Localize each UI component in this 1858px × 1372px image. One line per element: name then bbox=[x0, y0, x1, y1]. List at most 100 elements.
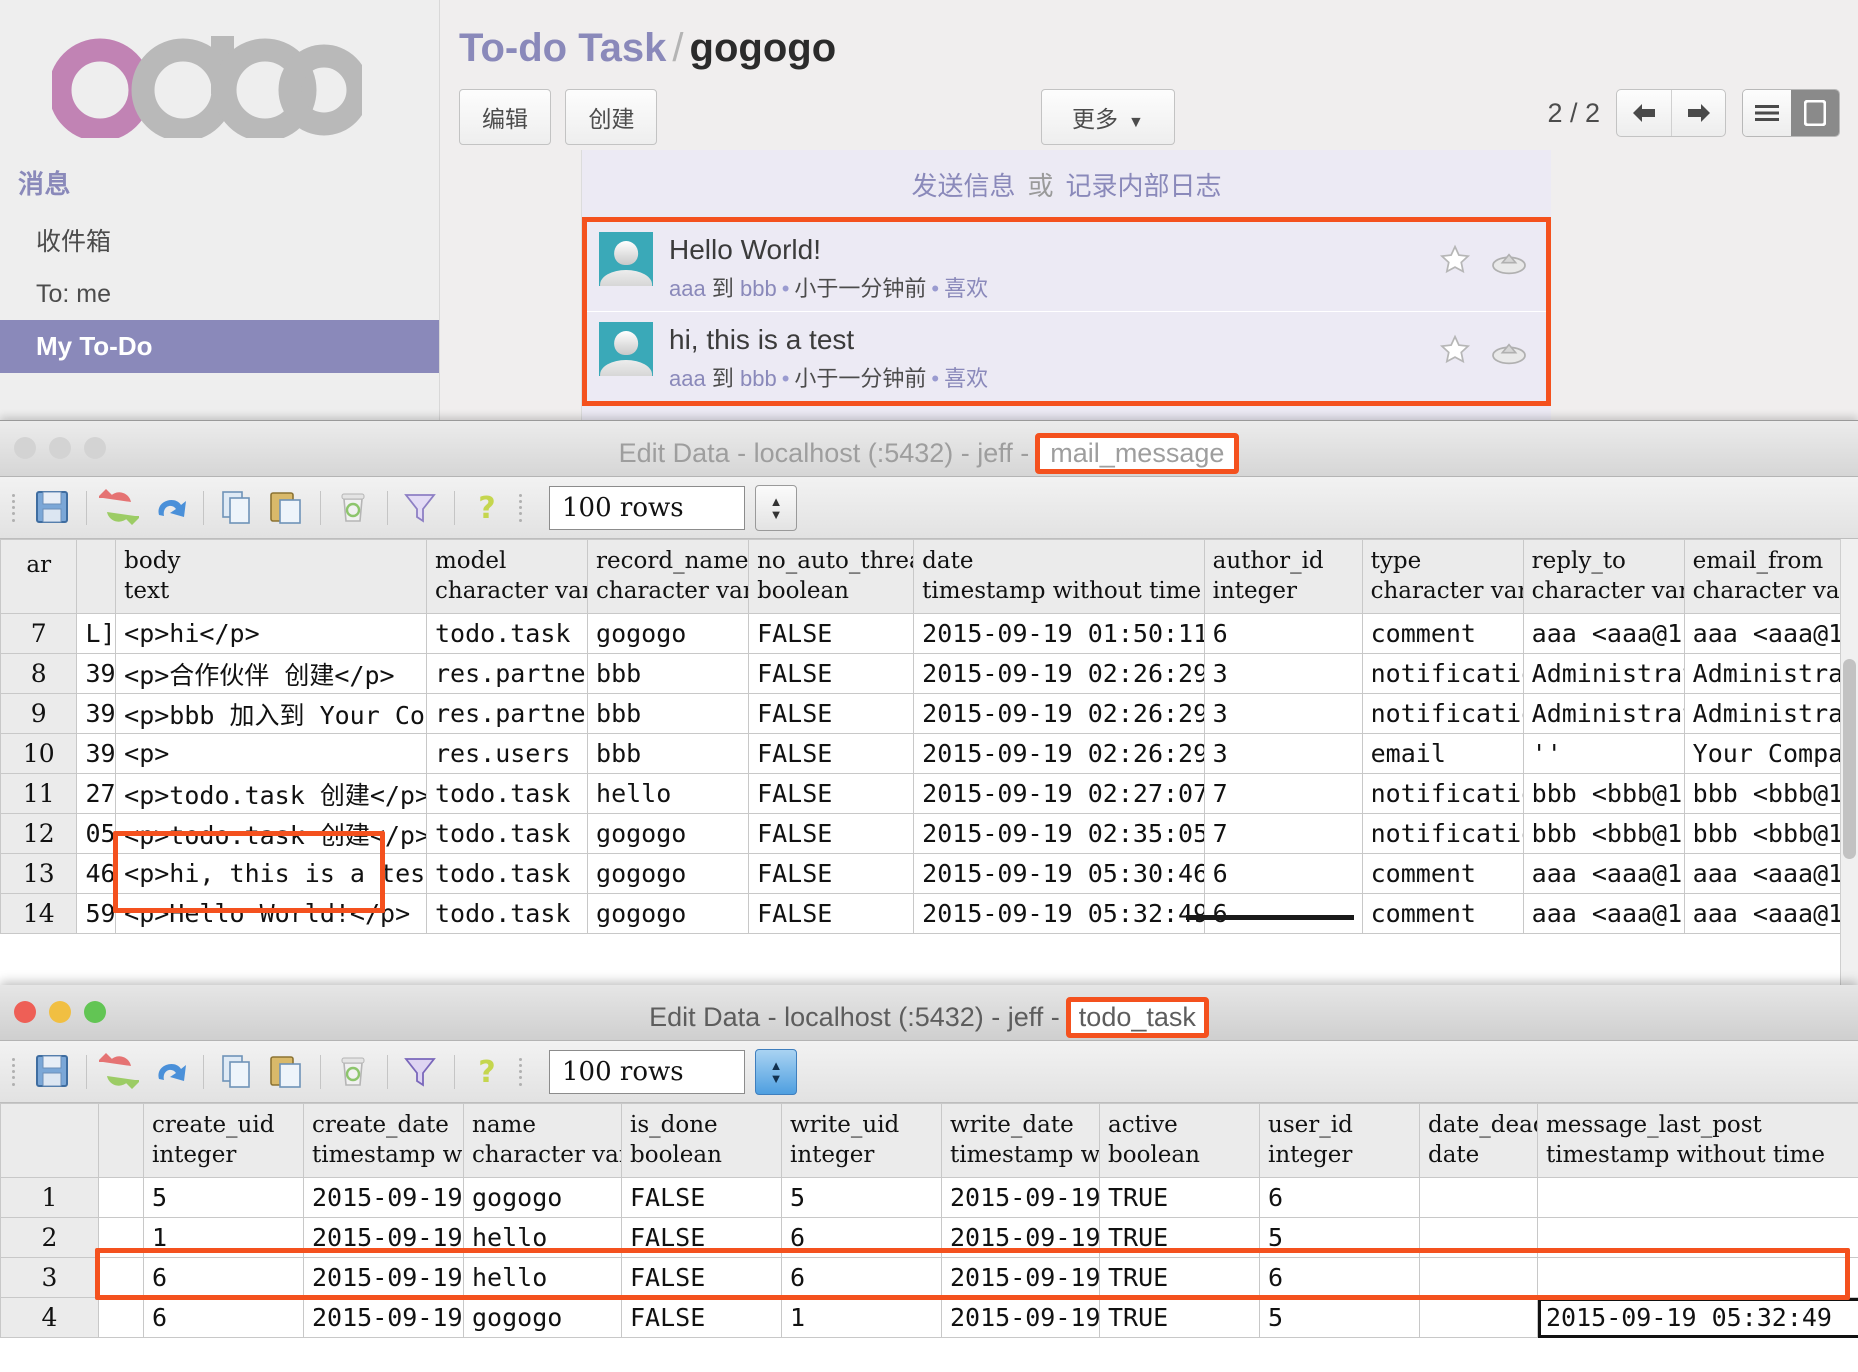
table-cell[interactable]: 6 bbox=[781, 1217, 942, 1258]
star-icon[interactable] bbox=[1438, 244, 1472, 276]
table-cell[interactable]: 2015-09-19 bbox=[303, 1177, 464, 1218]
table-cell[interactable]: Administrat bbox=[1522, 653, 1685, 694]
table-cell[interactable]: bbb bbox=[587, 653, 750, 694]
table-cell[interactable]: gogogo bbox=[587, 613, 750, 654]
column-header-email_from[interactable]: email_from character var bbox=[1683, 539, 1858, 614]
table-row[interactable]: 1 5 2015-09-19 gogogo FALSE 5 2015-09-19 TRUE 6 bbox=[0, 1177, 1858, 1218]
row-number-cell[interactable]: 3 bbox=[0, 1257, 99, 1298]
column-header-reply_to[interactable]: reply_to character var bbox=[1522, 539, 1685, 614]
table-cell[interactable]: hello bbox=[587, 773, 750, 814]
table-cell[interactable]: FALSE bbox=[748, 653, 915, 694]
save-icon[interactable] bbox=[32, 487, 74, 529]
column-header-create_uid[interactable]: create_uid integer bbox=[143, 1103, 304, 1178]
table-cell[interactable]: 2015-09-19 05:32:49 bbox=[913, 893, 1205, 934]
row-number-cell[interactable]: 14 bbox=[0, 893, 78, 934]
row-number-cell[interactable]: 1 bbox=[0, 1177, 99, 1218]
table-cell[interactable]: hello bbox=[463, 1257, 622, 1298]
row-number-cell[interactable]: 8 bbox=[0, 653, 78, 694]
table-cell[interactable]: todo.task bbox=[425, 893, 589, 934]
column-header-create_date[interactable]: create_date timestamp wi bbox=[303, 1103, 464, 1178]
column-header-author_id[interactable]: author_id integer bbox=[1203, 539, 1363, 614]
table-cell[interactable]: todo.task bbox=[425, 813, 589, 854]
scrollbar-thumb[interactable] bbox=[1843, 659, 1856, 859]
table-cell[interactable]: TRUE bbox=[1099, 1297, 1260, 1338]
table-row[interactable]: 12 05 <p>todo.task 创建</p> todo.task gogogo FA… bbox=[0, 813, 1858, 854]
table-cell[interactable]: 2015-09-19 01:50:11 bbox=[913, 613, 1205, 654]
table-cell[interactable]: 59 bbox=[76, 893, 117, 934]
filter-icon[interactable] bbox=[400, 487, 442, 529]
table-row[interactable]: 2 1 2015-09-19 hello FALSE 6 2015-09-19 TRUE 5 bbox=[0, 1217, 1858, 1258]
table-cell[interactable]: 2015-09-19 02:35:05 bbox=[913, 813, 1205, 854]
table-cell[interactable]: comment bbox=[1361, 893, 1524, 934]
table-cell[interactable]: 2015-09-19 bbox=[303, 1257, 464, 1298]
table-cell[interactable] bbox=[98, 1177, 144, 1218]
message-recipient[interactable]: bbb bbox=[740, 276, 777, 301]
table-cell[interactable]: 05 bbox=[76, 813, 117, 854]
row-number-cell[interactable]: 4 bbox=[0, 1297, 99, 1338]
table-cell[interactable]: Administrat bbox=[1522, 693, 1685, 734]
table-row[interactable]: 3 6 2015-09-19 hello FALSE 6 2015-09-19 TRUE 6 bbox=[0, 1257, 1858, 1298]
table-row[interactable]: 7 L] <p>hi</p> todo.task gogogo FALSE 2015-09-… bbox=[0, 613, 1858, 654]
column-header-user_id[interactable]: user_id integer bbox=[1259, 1103, 1420, 1178]
toolbar-grip[interactable] bbox=[519, 1054, 529, 1090]
table-cell[interactable]: bbb <bbb@12 bbox=[1522, 773, 1685, 814]
message-item[interactable]: hi, this is a test aaa 到 bbb • 小于一分钟前 • 喜欢 bbox=[587, 312, 1546, 401]
table-cell[interactable]: 2015-09-19 02:26:29 bbox=[913, 733, 1205, 774]
table-cell[interactable]: FALSE bbox=[621, 1217, 782, 1258]
table-cell[interactable]: FALSE bbox=[621, 1297, 782, 1338]
table-cell[interactable]: 3 bbox=[1203, 733, 1363, 774]
message-like-link[interactable]: 喜欢 bbox=[944, 276, 988, 301]
table-cell[interactable] bbox=[1419, 1297, 1538, 1338]
table-cell[interactable]: 6 bbox=[1203, 893, 1363, 934]
column-header-write_uid[interactable]: write_uid integer bbox=[781, 1103, 942, 1178]
table-row[interactable]: 10 39 <p> res.users bbb FALSE 2015-09-19 02:26… bbox=[0, 733, 1858, 774]
pager-next-button[interactable] bbox=[1671, 90, 1725, 136]
table-cell[interactable]: 3 bbox=[1203, 693, 1363, 734]
table-cell[interactable]: 6 bbox=[1203, 613, 1363, 654]
help-icon[interactable]: ? bbox=[467, 487, 509, 529]
table-cell[interactable]: 6 bbox=[143, 1297, 304, 1338]
pager-prev-button[interactable] bbox=[1617, 90, 1671, 136]
table-cell[interactable]: gogogo bbox=[463, 1177, 622, 1218]
table-cell[interactable]: L] bbox=[76, 613, 117, 654]
column-header-date_deadl[interactable]: date_deadldate bbox=[1419, 1103, 1538, 1178]
toolbar-grip[interactable] bbox=[12, 1054, 22, 1090]
column-header-is_done[interactable]: is_done boolean bbox=[621, 1103, 782, 1178]
send-message-link[interactable]: 发送信息 bbox=[911, 171, 1015, 201]
table-cell[interactable]: 7 bbox=[1203, 773, 1363, 814]
edit-button[interactable]: 编辑 bbox=[459, 89, 551, 145]
row-number-cell[interactable]: 2 bbox=[0, 1217, 99, 1258]
table-cell[interactable]: 39 bbox=[76, 653, 117, 694]
table-cell[interactable]: email bbox=[1361, 733, 1524, 774]
table-cell[interactable]: todo.task bbox=[425, 773, 589, 814]
table-cell[interactable]: aaa <aaa@12 bbox=[1522, 893, 1685, 934]
table-cell[interactable]: 2015-09-19 bbox=[941, 1177, 1100, 1218]
table-cell[interactable]: <p>todo.task 创建</p> bbox=[115, 773, 427, 814]
column-header-type[interactable]: type character var bbox=[1361, 539, 1524, 614]
table-cell[interactable]: 6 bbox=[1203, 853, 1363, 894]
table-cell[interactable]: 3 bbox=[1203, 653, 1363, 694]
message-like-link[interactable]: 喜欢 bbox=[944, 366, 988, 391]
table-cell[interactable]: 2015-09-19 bbox=[941, 1257, 1100, 1298]
table-cell[interactable]: FALSE bbox=[621, 1177, 782, 1218]
table-cell[interactable]: FALSE bbox=[748, 693, 915, 734]
paste-icon[interactable] bbox=[266, 1051, 308, 1093]
table-cell[interactable]: 2015-09-19 bbox=[941, 1297, 1100, 1338]
sidebar-item-inbox[interactable]: 收件箱 bbox=[0, 211, 439, 269]
table-cell[interactable]: 5 bbox=[1259, 1217, 1420, 1258]
table-cell[interactable]: FALSE bbox=[748, 733, 915, 774]
table-cell[interactable]: <p> bbox=[115, 733, 427, 774]
table-cell[interactable]: 27 bbox=[76, 773, 117, 814]
table-cell[interactable]: 1 bbox=[781, 1297, 942, 1338]
table-cell[interactable]: <p>Hello World!</p> bbox=[115, 893, 427, 934]
table-cell[interactable]: aaa <aaa@12 bbox=[1522, 613, 1685, 654]
table-cell[interactable]: res.partner bbox=[425, 653, 589, 694]
table-cell[interactable]: <p>hi, this is a test bbox=[115, 853, 427, 894]
table-cell[interactable]: aaa <aaa@12 bbox=[1683, 613, 1858, 654]
column-header-no_auto_threa[interactable]: no_auto_threa boolean bbox=[748, 539, 915, 614]
column-header[interactable] bbox=[76, 539, 117, 614]
sidebar-item-my-todo[interactable]: My To-Do bbox=[0, 320, 439, 373]
table-row[interactable]: 9 39 <p>bbb 加入到 Your Co res.partner bbb FALSE… bbox=[0, 693, 1858, 734]
refresh-icon[interactable] bbox=[97, 1051, 141, 1093]
row-number-cell[interactable]: 7 bbox=[0, 613, 78, 654]
